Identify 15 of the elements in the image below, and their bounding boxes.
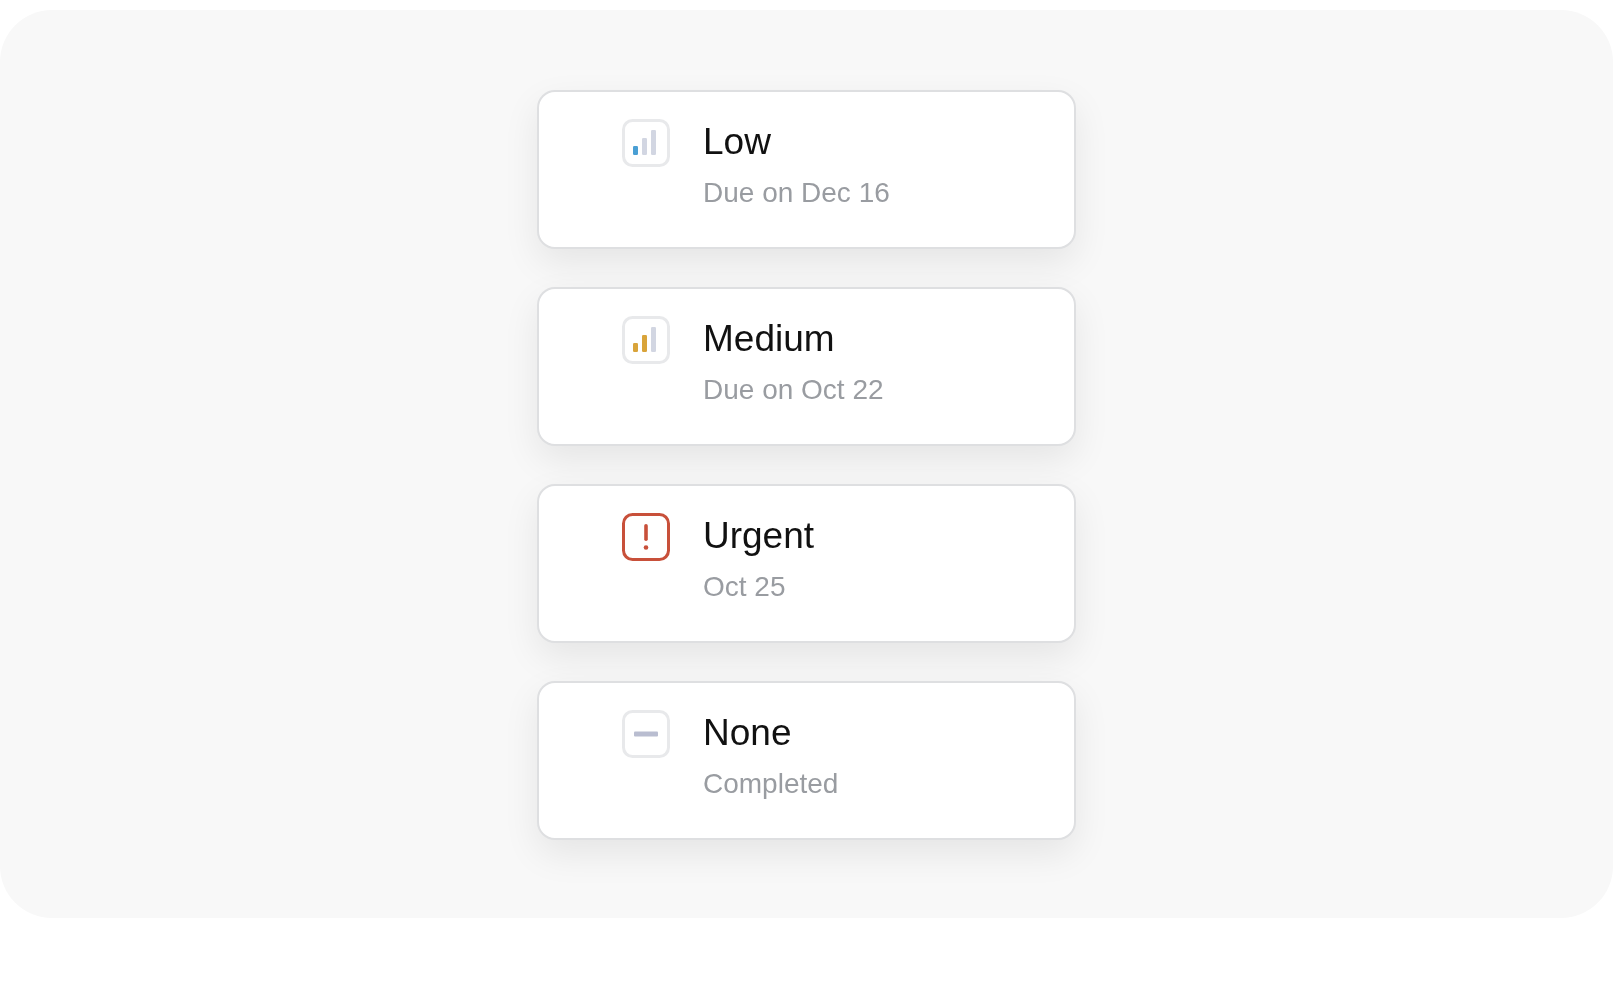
priority-card[interactable]: Low Due on Dec 16 — [537, 90, 1076, 249]
priority-card[interactable]: Urgent Oct 25 — [537, 484, 1076, 643]
priority-title: Urgent — [703, 515, 815, 557]
priority-title: Low — [703, 121, 772, 163]
due-date: Oct 25 — [703, 571, 787, 603]
priority-title: Medium — [703, 318, 836, 360]
priority-card[interactable]: None Completed — [537, 681, 1076, 840]
priority-title: None — [703, 712, 793, 754]
due-date: Completed — [703, 768, 839, 800]
due-date: Due on Dec 16 — [703, 177, 890, 209]
signal-bars-icon — [622, 316, 670, 364]
dash-icon — [622, 710, 670, 758]
priority-card[interactable]: Medium Due on Oct 22 — [537, 287, 1076, 446]
due-date: Due on Oct 22 — [703, 374, 884, 406]
signal-bars-icon — [622, 119, 670, 167]
